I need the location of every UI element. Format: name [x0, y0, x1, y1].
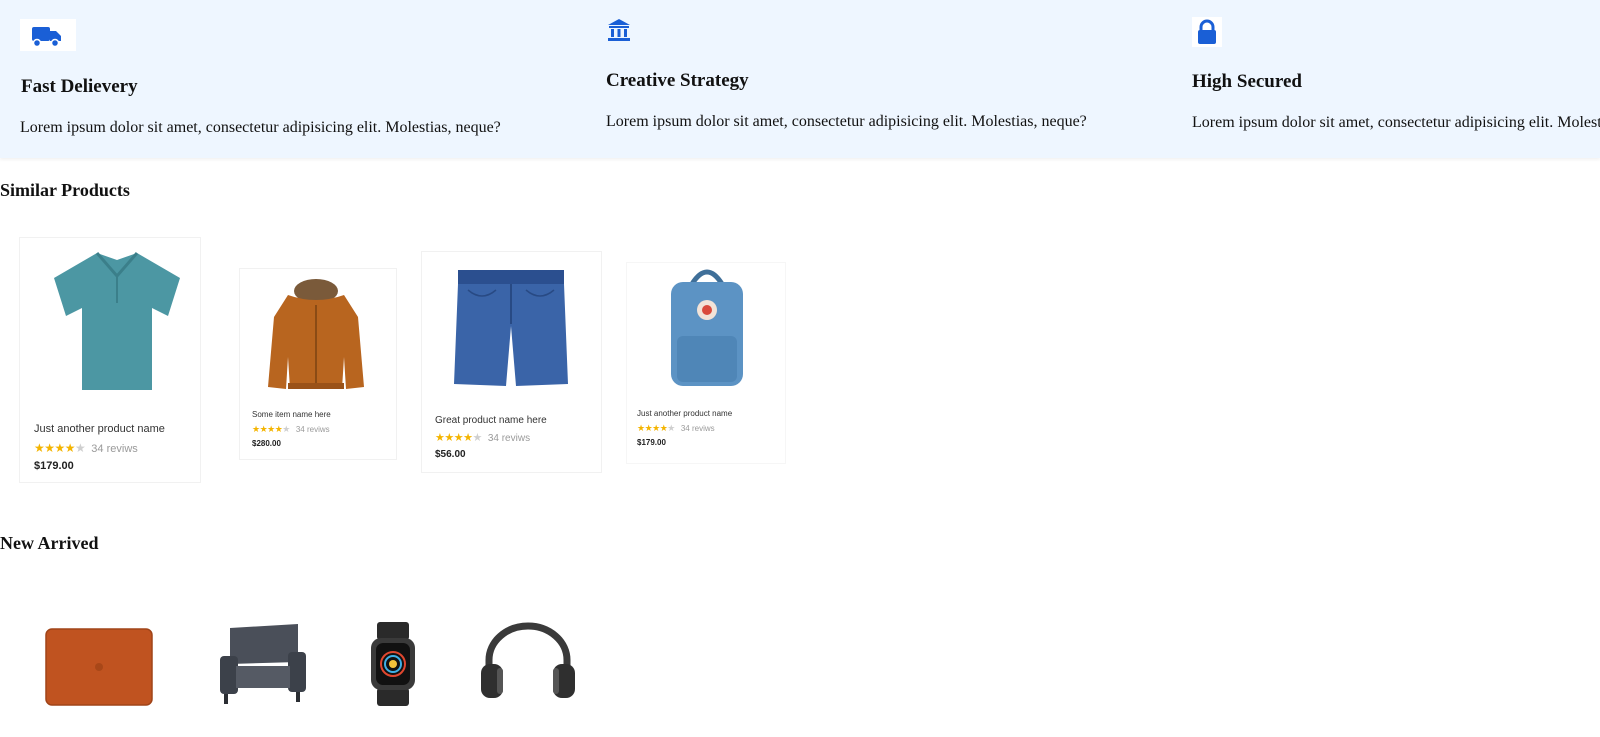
feature-title: Creative Strategy: [606, 70, 749, 91]
backpack-image: [667, 266, 747, 390]
features-band: Fast Delievery Lorem ipsum dolor sit ame…: [0, 0, 1600, 158]
review-count: 34 reviws: [487, 433, 531, 444]
laptop-sleeve-thumbnail[interactable]: [42, 625, 156, 711]
product-price: $280.00: [252, 439, 281, 448]
product-price: $179.00: [34, 460, 74, 472]
product-name[interactable]: Great product name here: [435, 415, 547, 426]
product-rating: ★★★★★ 34 reviws: [252, 424, 330, 434]
new-arrived-heading: New Arrived: [0, 533, 99, 553]
bank-icon: [606, 17, 632, 43]
product-rating: ★★★★★ 34 reviws: [435, 432, 531, 444]
feature-text: Lorem ipsum dolor sit amet, consectetur …: [606, 113, 1087, 130]
review-count: 34 reviws: [680, 424, 715, 433]
product-price: $179.00: [637, 438, 666, 447]
polo-shirt-image: [52, 248, 182, 393]
product-card[interactable]: Just another product name ★★★★★ 34 reviws…: [19, 237, 201, 483]
feature-title: Fast Delievery: [21, 76, 138, 97]
feature-text: Lorem ipsum dolor sit amet, consectetur …: [1192, 114, 1600, 131]
product-price: $56.00: [435, 449, 466, 460]
feature-title: High Secured: [1192, 71, 1302, 92]
headphones-thumbnail[interactable]: [475, 620, 581, 702]
product-rating: ★★★★★ 34 reviws: [34, 441, 138, 455]
product-card[interactable]: Just another product name ★★★★★ 34 reviws…: [626, 262, 786, 464]
similar-products-heading: Similar Products: [0, 180, 130, 200]
review-count: 34 reviws: [295, 425, 330, 434]
product-card[interactable]: Great product name here ★★★★★ 34 reviws $…: [421, 251, 602, 473]
product-card[interactable]: Some item name here ★★★★★ 34 reviws $280.…: [239, 268, 397, 460]
product-rating: ★★★★★ 34 reviws: [637, 423, 715, 433]
armchair-thumbnail[interactable]: [212, 622, 312, 706]
smartwatch-thumbnail[interactable]: [367, 622, 419, 706]
truck-icon: [20, 19, 76, 51]
lock-icon: [1192, 17, 1222, 47]
product-name[interactable]: Just another product name: [34, 423, 165, 435]
feature-text: Lorem ipsum dolor sit amet, consectetur …: [20, 119, 501, 136]
review-count: 34 reviws: [91, 443, 138, 455]
denim-shorts-image: [454, 268, 568, 388]
product-name[interactable]: Some item name here: [252, 410, 331, 419]
product-name[interactable]: Just another product name: [637, 409, 732, 418]
jacket-image: [266, 277, 366, 392]
